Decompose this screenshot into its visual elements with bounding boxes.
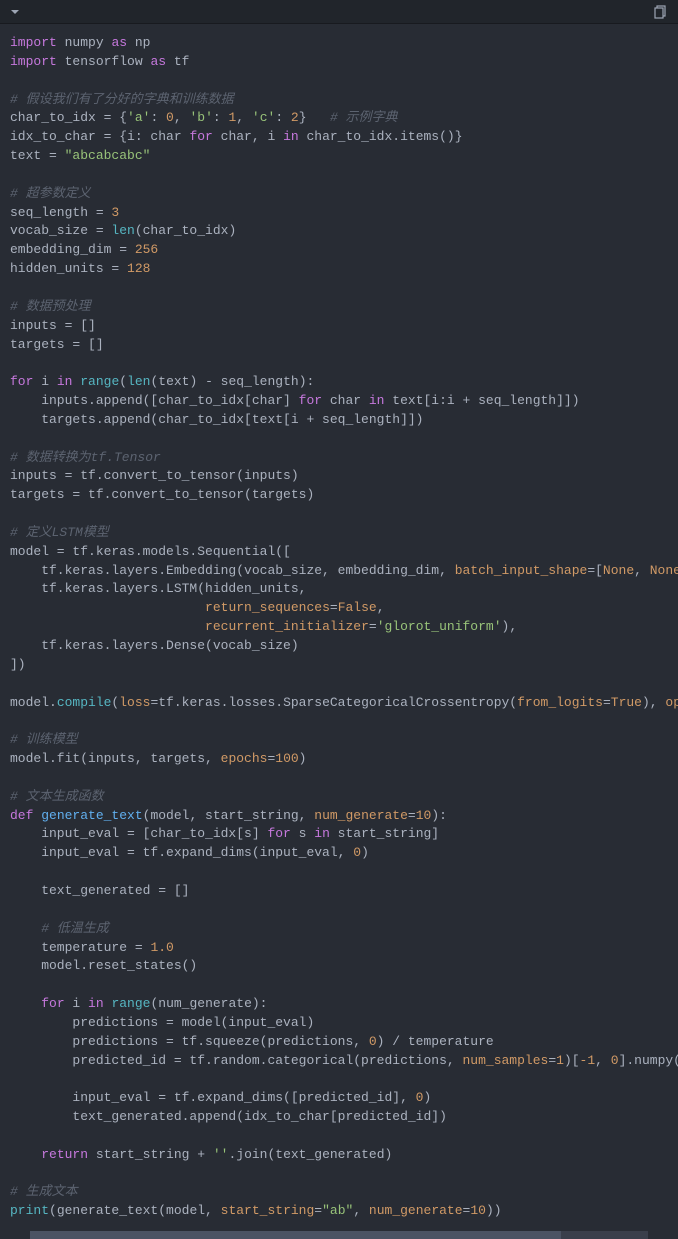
horizontal-scrollbar[interactable]	[30, 1231, 648, 1239]
scrollbar-thumb[interactable]	[30, 1231, 561, 1239]
keyword: import	[10, 35, 57, 50]
copy-icon[interactable]	[654, 5, 668, 19]
code-header	[0, 0, 678, 24]
code-block: import numpy as np import tensorflow as …	[0, 0, 678, 1239]
chevron-down-icon[interactable]	[10, 7, 20, 17]
comment: # 假设我们有了分好的字典和训练数据	[10, 92, 234, 107]
code-content: import numpy as np import tensorflow as …	[0, 24, 678, 1231]
